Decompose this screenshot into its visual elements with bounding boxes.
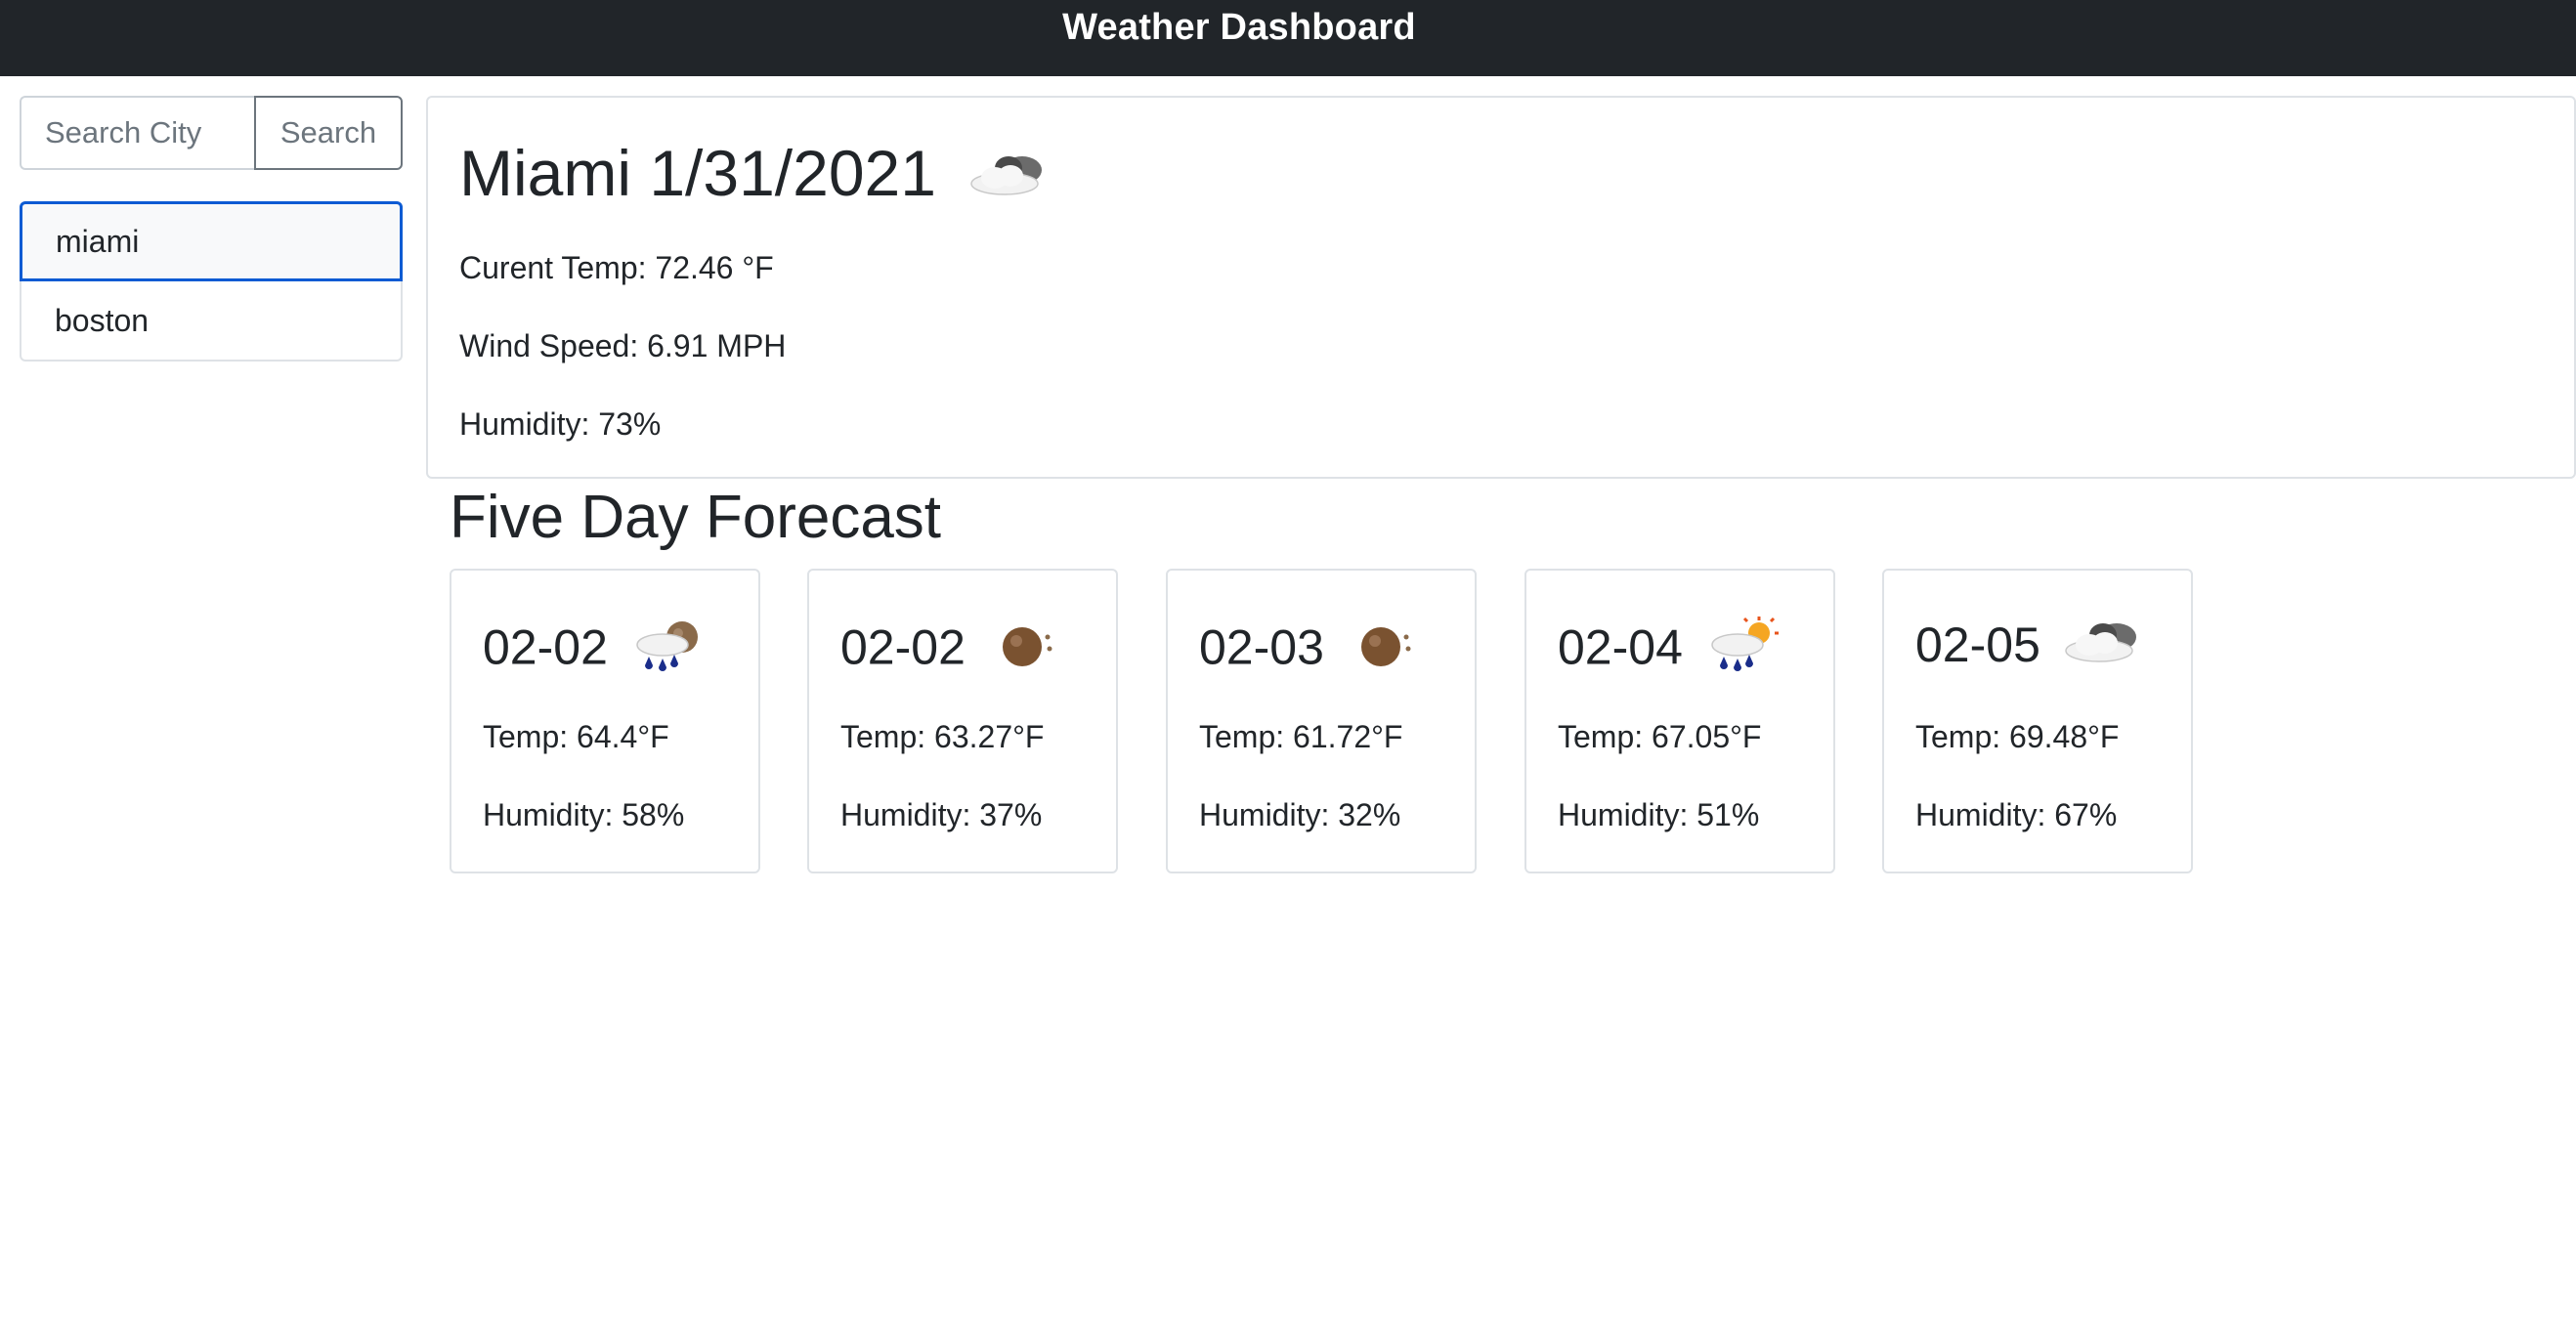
forecast-date: 02-04 xyxy=(1558,616,1784,687)
forecast-date-text: 02-04 xyxy=(1558,619,1683,675)
forecast-humidity: Humidity: 51% xyxy=(1558,797,1760,832)
forecast-temp: Temp: 61.72°F xyxy=(1199,719,1403,754)
clear-night-icon xyxy=(985,616,1067,687)
forecast-temp: Temp: 63.27°F xyxy=(840,719,1045,754)
forecast-date: 02-02 xyxy=(483,616,709,687)
forecast-date-text: 02-02 xyxy=(840,619,966,675)
search-input[interactable] xyxy=(20,96,254,170)
forecast-card: 02-05 Temp: 69.48°F Humidity: 67% xyxy=(1882,569,2193,873)
cloudy-icon xyxy=(2060,616,2144,681)
current-city-date-text: Miami 1/31/2021 xyxy=(459,137,936,209)
forecast-heading: Five Day Forecast xyxy=(450,484,942,551)
forecast-card: 02-03 Temp: 61.72°F Humidity: 32% xyxy=(1166,569,1477,873)
forecast-humidity: Humidity: 58% xyxy=(483,797,685,832)
current-city-date: Miami 1/31/2021 xyxy=(459,129,1050,223)
forecast-humidity: Humidity: 67% xyxy=(1915,797,2118,832)
navbar: Weather Dashboard xyxy=(0,0,2576,76)
forecast-date: 02-02 xyxy=(840,616,1067,687)
clear-night-icon xyxy=(1344,616,1426,687)
current-temp: Curent Temp: 72.46 °F xyxy=(459,250,774,285)
forecast-humidity: Humidity: 37% xyxy=(840,797,1043,832)
rain-day-icon xyxy=(1702,616,1784,687)
history-item-boston[interactable]: boston xyxy=(20,281,403,362)
forecast-date-text: 02-05 xyxy=(1915,617,2040,672)
forecast-humidity: Humidity: 32% xyxy=(1199,797,1401,832)
forecast-card: 02-02 Temp: 64.4°F Humidity: 58% xyxy=(450,569,760,873)
search-group: Search xyxy=(20,96,403,170)
current-wind: Wind Speed: 6.91 MPH xyxy=(459,328,787,363)
cloudy-icon xyxy=(966,135,1050,223)
forecast-temp: Temp: 69.48°F xyxy=(1915,719,2120,754)
forecast-card: 02-04 Temp: 67.05°F Humidity: 51% xyxy=(1524,569,1835,873)
search-button[interactable]: Search xyxy=(254,96,403,170)
rain-night-icon xyxy=(627,616,709,687)
forecast-card: 02-02 Temp: 63.27°F Humidity: 37% xyxy=(807,569,1118,873)
forecast-date: 02-03 xyxy=(1199,616,1426,687)
current-humidity: Humidity: 73% xyxy=(459,406,662,442)
forecast-temp: Temp: 67.05°F xyxy=(1558,719,1762,754)
history-item-miami[interactable]: miami xyxy=(20,201,403,281)
page-title: Weather Dashboard xyxy=(1062,7,1416,48)
forecast-date: 02-05 xyxy=(1915,616,2144,681)
forecast-date-text: 02-02 xyxy=(483,619,608,675)
current-weather-card: Miami 1/31/2021 Curent Temp: 72.46 °F Wi… xyxy=(426,96,2576,479)
forecast-temp: Temp: 64.4°F xyxy=(483,719,669,754)
forecast-date-text: 02-03 xyxy=(1199,619,1324,675)
search-history-list: miami boston xyxy=(20,201,403,362)
